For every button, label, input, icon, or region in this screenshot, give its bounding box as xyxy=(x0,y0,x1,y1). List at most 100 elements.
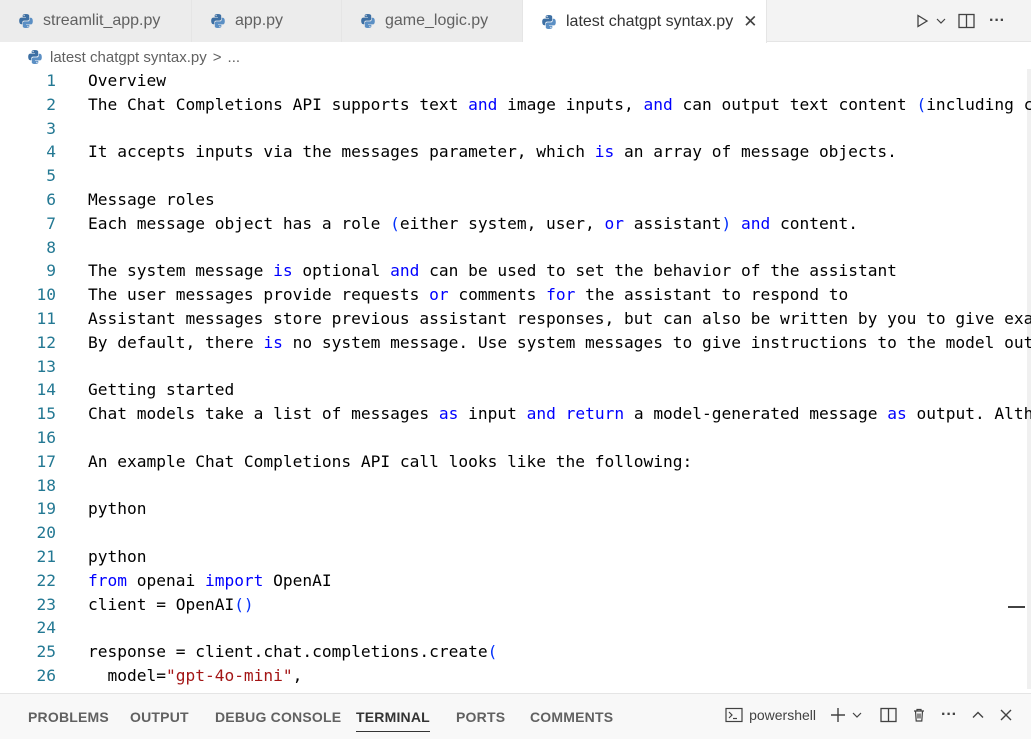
tab-game-logic[interactable]: game_logic.py xyxy=(342,0,523,42)
terminal-shell-selector[interactable]: powershell xyxy=(725,707,816,723)
python-file-icon xyxy=(361,14,375,28)
tab-label: game_logic.py xyxy=(385,12,489,29)
code-line[interactable]: 22 from openai import OpenAI xyxy=(0,569,1031,593)
line-number: 23 xyxy=(36,594,57,614)
line-number: 26 xyxy=(36,666,57,685)
code-text: model="gpt-4o-mini", xyxy=(88,666,303,685)
line-number: 12 xyxy=(36,332,57,352)
more-actions-icon[interactable]: ··· xyxy=(941,706,957,724)
code-line[interactable]: 17 An example Chat Completions API call l… xyxy=(0,450,1031,474)
tab-ports[interactable]: PORTS xyxy=(456,709,505,725)
line-number: 25 xyxy=(36,642,57,662)
play-icon[interactable] xyxy=(914,13,930,29)
close-panel-icon[interactable] xyxy=(999,708,1013,722)
code-line[interactable]: 2 The Chat Completions API supports text … xyxy=(0,93,1031,117)
code-text: Assistant messages store previous assist… xyxy=(88,309,1031,328)
trash-icon[interactable] xyxy=(911,707,927,723)
code-line[interactable]: 13 xyxy=(0,355,1031,379)
breadcrumb-ellipsis[interactable]: ... xyxy=(228,49,241,66)
line-number: 6 xyxy=(46,190,56,209)
code-line[interactable]: 15 Chat models take a list of messages as… xyxy=(0,402,1031,426)
code-line[interactable]: 11 Assistant messages store previous assi… xyxy=(0,307,1031,331)
code-text: The Chat Completions API supports text a… xyxy=(88,94,1031,114)
code-line[interactable]: 23 client = OpenAI() xyxy=(0,593,1031,617)
code-text: python xyxy=(88,499,147,519)
python-file-icon xyxy=(28,50,42,64)
breadcrumb: latest chatgpt syntax.py > ... xyxy=(0,44,1031,70)
tab-app[interactable]: app.py xyxy=(192,0,342,42)
line-number: 10 xyxy=(36,285,57,305)
new-terminal-icon[interactable] xyxy=(830,707,846,723)
tab-streamlit-app[interactable]: streamlit_app.py xyxy=(0,0,192,42)
line-number: 8 xyxy=(46,237,56,257)
maximize-panel-icon[interactable] xyxy=(971,708,985,722)
code-text: python xyxy=(88,547,147,566)
code-text: from openai import OpenAI xyxy=(88,570,332,590)
code-line[interactable]: 8 xyxy=(0,236,1031,260)
code-text: It accepts inputs via the messages param… xyxy=(88,142,897,162)
code-line[interactable]: 3 xyxy=(0,117,1031,141)
code-line[interactable]: 25 response = client.chat.completions.cre… xyxy=(0,640,1031,664)
code-line[interactable]: 16 xyxy=(0,426,1031,450)
code-text: Message roles xyxy=(88,190,215,209)
line-number: 15 xyxy=(36,404,57,424)
code-line[interactable]: 24 xyxy=(0,616,1031,640)
line-number: 11 xyxy=(36,309,57,328)
code-text: The user messages provide requests or co… xyxy=(88,285,849,305)
panel-actions: powershell ··· xyxy=(725,706,1013,724)
code-text: Chat models take a list of messages as i… xyxy=(88,404,1031,424)
line-number: 18 xyxy=(36,475,57,495)
code-text: response = client.chat.completions.creat… xyxy=(88,642,498,662)
code-line[interactable]: 19 python xyxy=(0,497,1031,521)
python-file-icon xyxy=(211,14,225,28)
line-number: 13 xyxy=(36,356,57,376)
code-text: Overview xyxy=(88,71,166,90)
code-editor[interactable]: 1 Overview 2 The Chat Completions API suppo… xyxy=(0,69,1031,689)
code-text: Getting started xyxy=(88,380,235,400)
code-line[interactable]: 6 Message roles xyxy=(0,188,1031,212)
line-number: 2 xyxy=(46,94,56,114)
code-line[interactable]: 10 The user messages provide requests or … xyxy=(0,283,1031,307)
code-line[interactable]: 21 python xyxy=(0,545,1031,569)
tab-label: latest chatgpt syntax.py xyxy=(566,12,734,30)
line-number: 17 xyxy=(36,451,57,471)
code-line[interactable]: 20 xyxy=(0,521,1031,545)
tab-terminal[interactable]: TERMINAL xyxy=(356,709,430,732)
line-number: 22 xyxy=(36,570,57,590)
code-line[interactable]: 9 The system message is optional and can … xyxy=(0,259,1031,283)
code-line[interactable]: 18 xyxy=(0,474,1031,498)
code-line[interactable]: 1 Overview xyxy=(0,69,1031,93)
code-line[interactable]: 5 xyxy=(0,164,1031,188)
breadcrumb-file[interactable]: latest chatgpt syntax.py xyxy=(50,49,207,66)
editor-tab-bar: streamlit_app.py app.py game_logic.py la… xyxy=(0,0,1031,43)
split-editor-icon[interactable] xyxy=(958,13,975,29)
code-text: By default, there is no system message. … xyxy=(88,332,1031,352)
tab-output[interactable]: OUTPUT xyxy=(130,709,189,725)
tab-latest-chatgpt-syntax[interactable]: latest chatgpt syntax.py ✕ xyxy=(523,0,767,43)
line-number: 4 xyxy=(46,142,56,162)
line-number: 3 xyxy=(46,118,56,138)
code-line[interactable]: 14 Getting started xyxy=(0,378,1031,402)
chevron-down-icon[interactable] xyxy=(936,16,946,26)
line-number: 7 xyxy=(46,213,56,233)
line-number: 9 xyxy=(46,261,56,281)
code-text: client = OpenAI() xyxy=(88,594,254,614)
tab-debug-console[interactable]: DEBUG CONSOLE xyxy=(215,709,341,725)
editor-actions: ··· xyxy=(914,0,1031,42)
tab-problems[interactable]: PROBLEMS xyxy=(28,709,109,725)
code-line[interactable]: 12 By default, there is no system message… xyxy=(0,331,1031,355)
tab-comments[interactable]: COMMENTS xyxy=(530,709,613,725)
split-terminal-icon[interactable] xyxy=(880,707,897,723)
code-line[interactable]: 26 model="gpt-4o-mini", xyxy=(0,664,1031,688)
code-line[interactable]: 4 It accepts inputs via the messages para… xyxy=(0,140,1031,164)
line-number: 19 xyxy=(36,499,57,519)
more-actions-icon[interactable]: ··· xyxy=(989,12,1005,30)
shell-label: powershell xyxy=(749,707,817,723)
python-file-icon xyxy=(19,14,33,28)
close-icon[interactable]: ✕ xyxy=(743,12,757,32)
chevron-down-icon[interactable] xyxy=(852,710,862,720)
code-line[interactable]: 7 Each message object has a role (either … xyxy=(0,212,1031,236)
line-number: 14 xyxy=(36,380,57,400)
code-text: Each message object has a role (either s… xyxy=(88,213,858,233)
line-number: 5 xyxy=(46,166,56,186)
